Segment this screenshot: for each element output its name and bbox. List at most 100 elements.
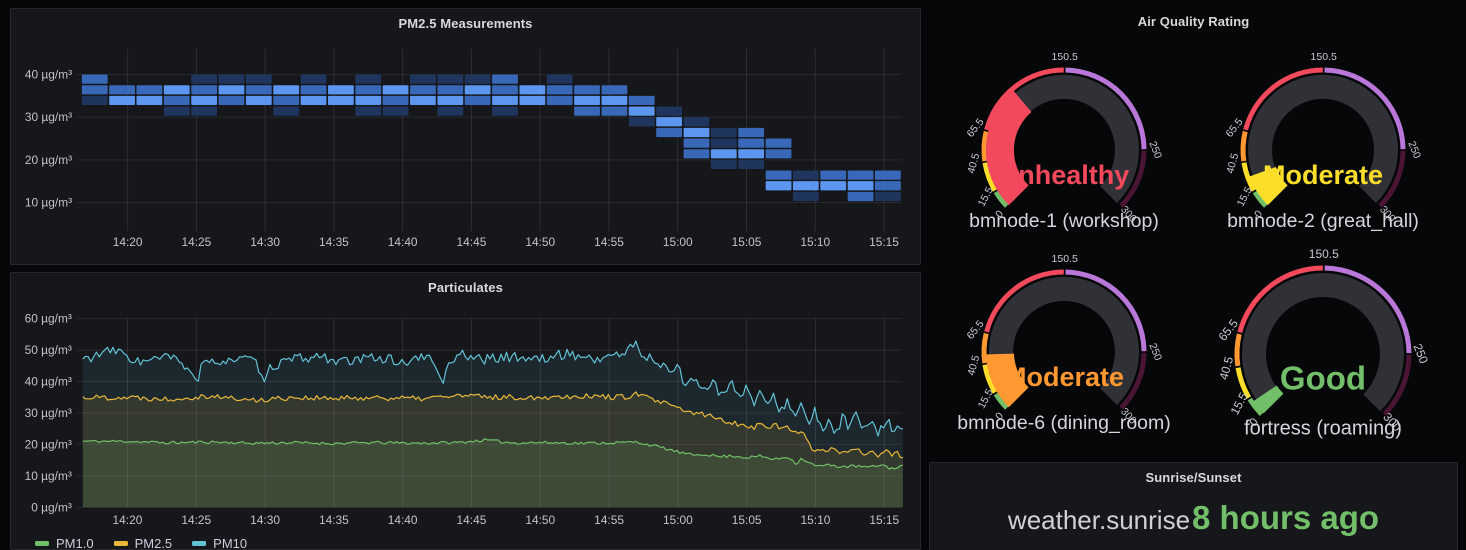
heatmap-cell[interactable] <box>875 192 901 201</box>
heatmap-cell[interactable] <box>109 85 135 94</box>
heatmap-cell[interactable] <box>820 181 846 190</box>
heatmap-cell[interactable] <box>656 107 682 116</box>
heatmap-cell[interactable] <box>355 107 381 116</box>
panel-title-sunrise[interactable]: Sunrise/Sunset <box>930 470 1457 485</box>
heatmap-cell[interactable] <box>355 85 381 94</box>
heatmap-cell[interactable] <box>793 181 819 190</box>
heatmap-cell[interactable] <box>410 96 436 105</box>
heatmap-cell[interactable] <box>684 149 710 158</box>
heatmap-cell[interactable] <box>848 171 874 180</box>
legend-item-pm2-5[interactable]: PM2.5 <box>114 536 173 550</box>
heatmap-cell[interactable] <box>219 85 245 94</box>
heatmap-cell[interactable] <box>82 85 108 94</box>
heatmap-cell[interactable] <box>602 107 628 116</box>
heatmap-cell[interactable] <box>492 74 518 83</box>
heatmap-cell[interactable] <box>410 85 436 94</box>
heatmap-cell[interactable] <box>109 96 135 105</box>
heatmap-cell[interactable] <box>437 107 463 116</box>
heatmap-cell[interactable] <box>191 96 217 105</box>
heatmap-cell[interactable] <box>82 74 108 83</box>
heatmap-cell[interactable] <box>848 181 874 190</box>
heatmap-cell[interactable] <box>219 74 245 83</box>
heatmap-cell[interactable] <box>301 85 327 94</box>
panel-title-pm25[interactable]: PM2.5 Measurements <box>11 16 920 31</box>
heatmap-cell[interactable] <box>738 138 764 147</box>
heatmap-cell[interactable] <box>191 85 217 94</box>
heatmap-cell[interactable] <box>684 117 710 126</box>
heatmap-cell[interactable] <box>246 96 272 105</box>
heatmap-cell[interactable] <box>629 107 655 116</box>
heatmap-cell[interactable] <box>602 96 628 105</box>
heatmap-cell[interactable] <box>328 96 354 105</box>
heatmap-cell[interactable] <box>246 85 272 94</box>
heatmap-cell[interactable] <box>383 85 409 94</box>
heatmap-cell[interactable] <box>711 160 737 169</box>
heatmap-cell[interactable] <box>602 85 628 94</box>
heatmap-cell[interactable] <box>766 149 792 158</box>
heatmap-cell[interactable] <box>136 85 162 94</box>
heatmap-cell[interactable] <box>164 85 190 94</box>
panel-title-air-quality[interactable]: Air Quality Rating <box>929 14 1458 29</box>
heatmap-cell[interactable] <box>219 96 245 105</box>
heatmap-cell[interactable] <box>301 96 327 105</box>
heatmap-cell[interactable] <box>383 96 409 105</box>
heatmap-cell[interactable] <box>301 74 327 83</box>
heatmap-cell[interactable] <box>437 96 463 105</box>
heatmap-cell[interactable] <box>711 149 737 158</box>
heatmap-cell[interactable] <box>684 138 710 147</box>
heatmap-cell[interactable] <box>738 160 764 169</box>
heatmap-cell[interactable] <box>246 74 272 83</box>
heatmap-cell[interactable] <box>766 138 792 147</box>
heatmap-cell[interactable] <box>656 128 682 137</box>
heatmap-cell[interactable] <box>766 171 792 180</box>
heatmap-cell[interactable] <box>875 181 901 190</box>
heatmap-cell[interactable] <box>629 96 655 105</box>
heatmap-cell[interactable] <box>465 85 491 94</box>
heatmap-cell[interactable] <box>547 85 573 94</box>
heatmap-cell[interactable] <box>410 74 436 83</box>
heatmap-cell[interactable] <box>355 96 381 105</box>
heatmap-cell[interactable] <box>656 117 682 126</box>
heatmap-cell[interactable] <box>164 96 190 105</box>
legend-item-pm1-0[interactable]: PM1.0 <box>35 536 94 550</box>
heatmap-cell[interactable] <box>519 85 545 94</box>
heatmap-cell[interactable] <box>738 149 764 158</box>
heatmap-cell[interactable] <box>492 107 518 116</box>
heatmap-cell[interactable] <box>766 181 792 190</box>
heatmap-cell[interactable] <box>437 74 463 83</box>
heatmap-cell[interactable] <box>793 171 819 180</box>
heatmap-cell[interactable] <box>629 117 655 126</box>
heatmap-cell[interactable] <box>328 85 354 94</box>
heatmap-cell[interactable] <box>465 96 491 105</box>
heatmap-cell[interactable] <box>164 107 190 116</box>
heatmap-cell[interactable] <box>355 74 381 83</box>
heatmap-cell[interactable] <box>574 107 600 116</box>
pm25-heatmap-chart[interactable]: 14:2014:2514:3014:3514:4014:4514:5014:55… <box>11 9 920 264</box>
heatmap-cell[interactable] <box>492 96 518 105</box>
legend-item-pm10[interactable]: PM10 <box>192 536 247 550</box>
heatmap-cell[interactable] <box>82 96 108 105</box>
heatmap-cell[interactable] <box>848 192 874 201</box>
heatmap-cell[interactable] <box>465 74 491 83</box>
heatmap-cell[interactable] <box>875 171 901 180</box>
heatmap-cell[interactable] <box>273 96 299 105</box>
heatmap-cell[interactable] <box>273 85 299 94</box>
heatmap-cell[interactable] <box>711 138 737 147</box>
heatmap-cell[interactable] <box>136 96 162 105</box>
heatmap-cell[interactable] <box>711 128 737 137</box>
heatmap-cell[interactable] <box>738 128 764 137</box>
heatmap-cell[interactable] <box>820 171 846 180</box>
heatmap-cell[interactable] <box>492 85 518 94</box>
heatmap-cell[interactable] <box>547 96 573 105</box>
heatmap-cell[interactable] <box>574 85 600 94</box>
heatmap-cell[interactable] <box>519 96 545 105</box>
heatmap-cell[interactable] <box>437 85 463 94</box>
heatmap-cell[interactable] <box>574 96 600 105</box>
panel-title-particulates[interactable]: Particulates <box>11 280 920 295</box>
heatmap-cell[interactable] <box>383 107 409 116</box>
heatmap-cell[interactable] <box>684 128 710 137</box>
heatmap-cell[interactable] <box>191 107 217 116</box>
heatmap-cell[interactable] <box>793 192 819 201</box>
heatmap-cell[interactable] <box>273 107 299 116</box>
heatmap-cell[interactable] <box>191 74 217 83</box>
